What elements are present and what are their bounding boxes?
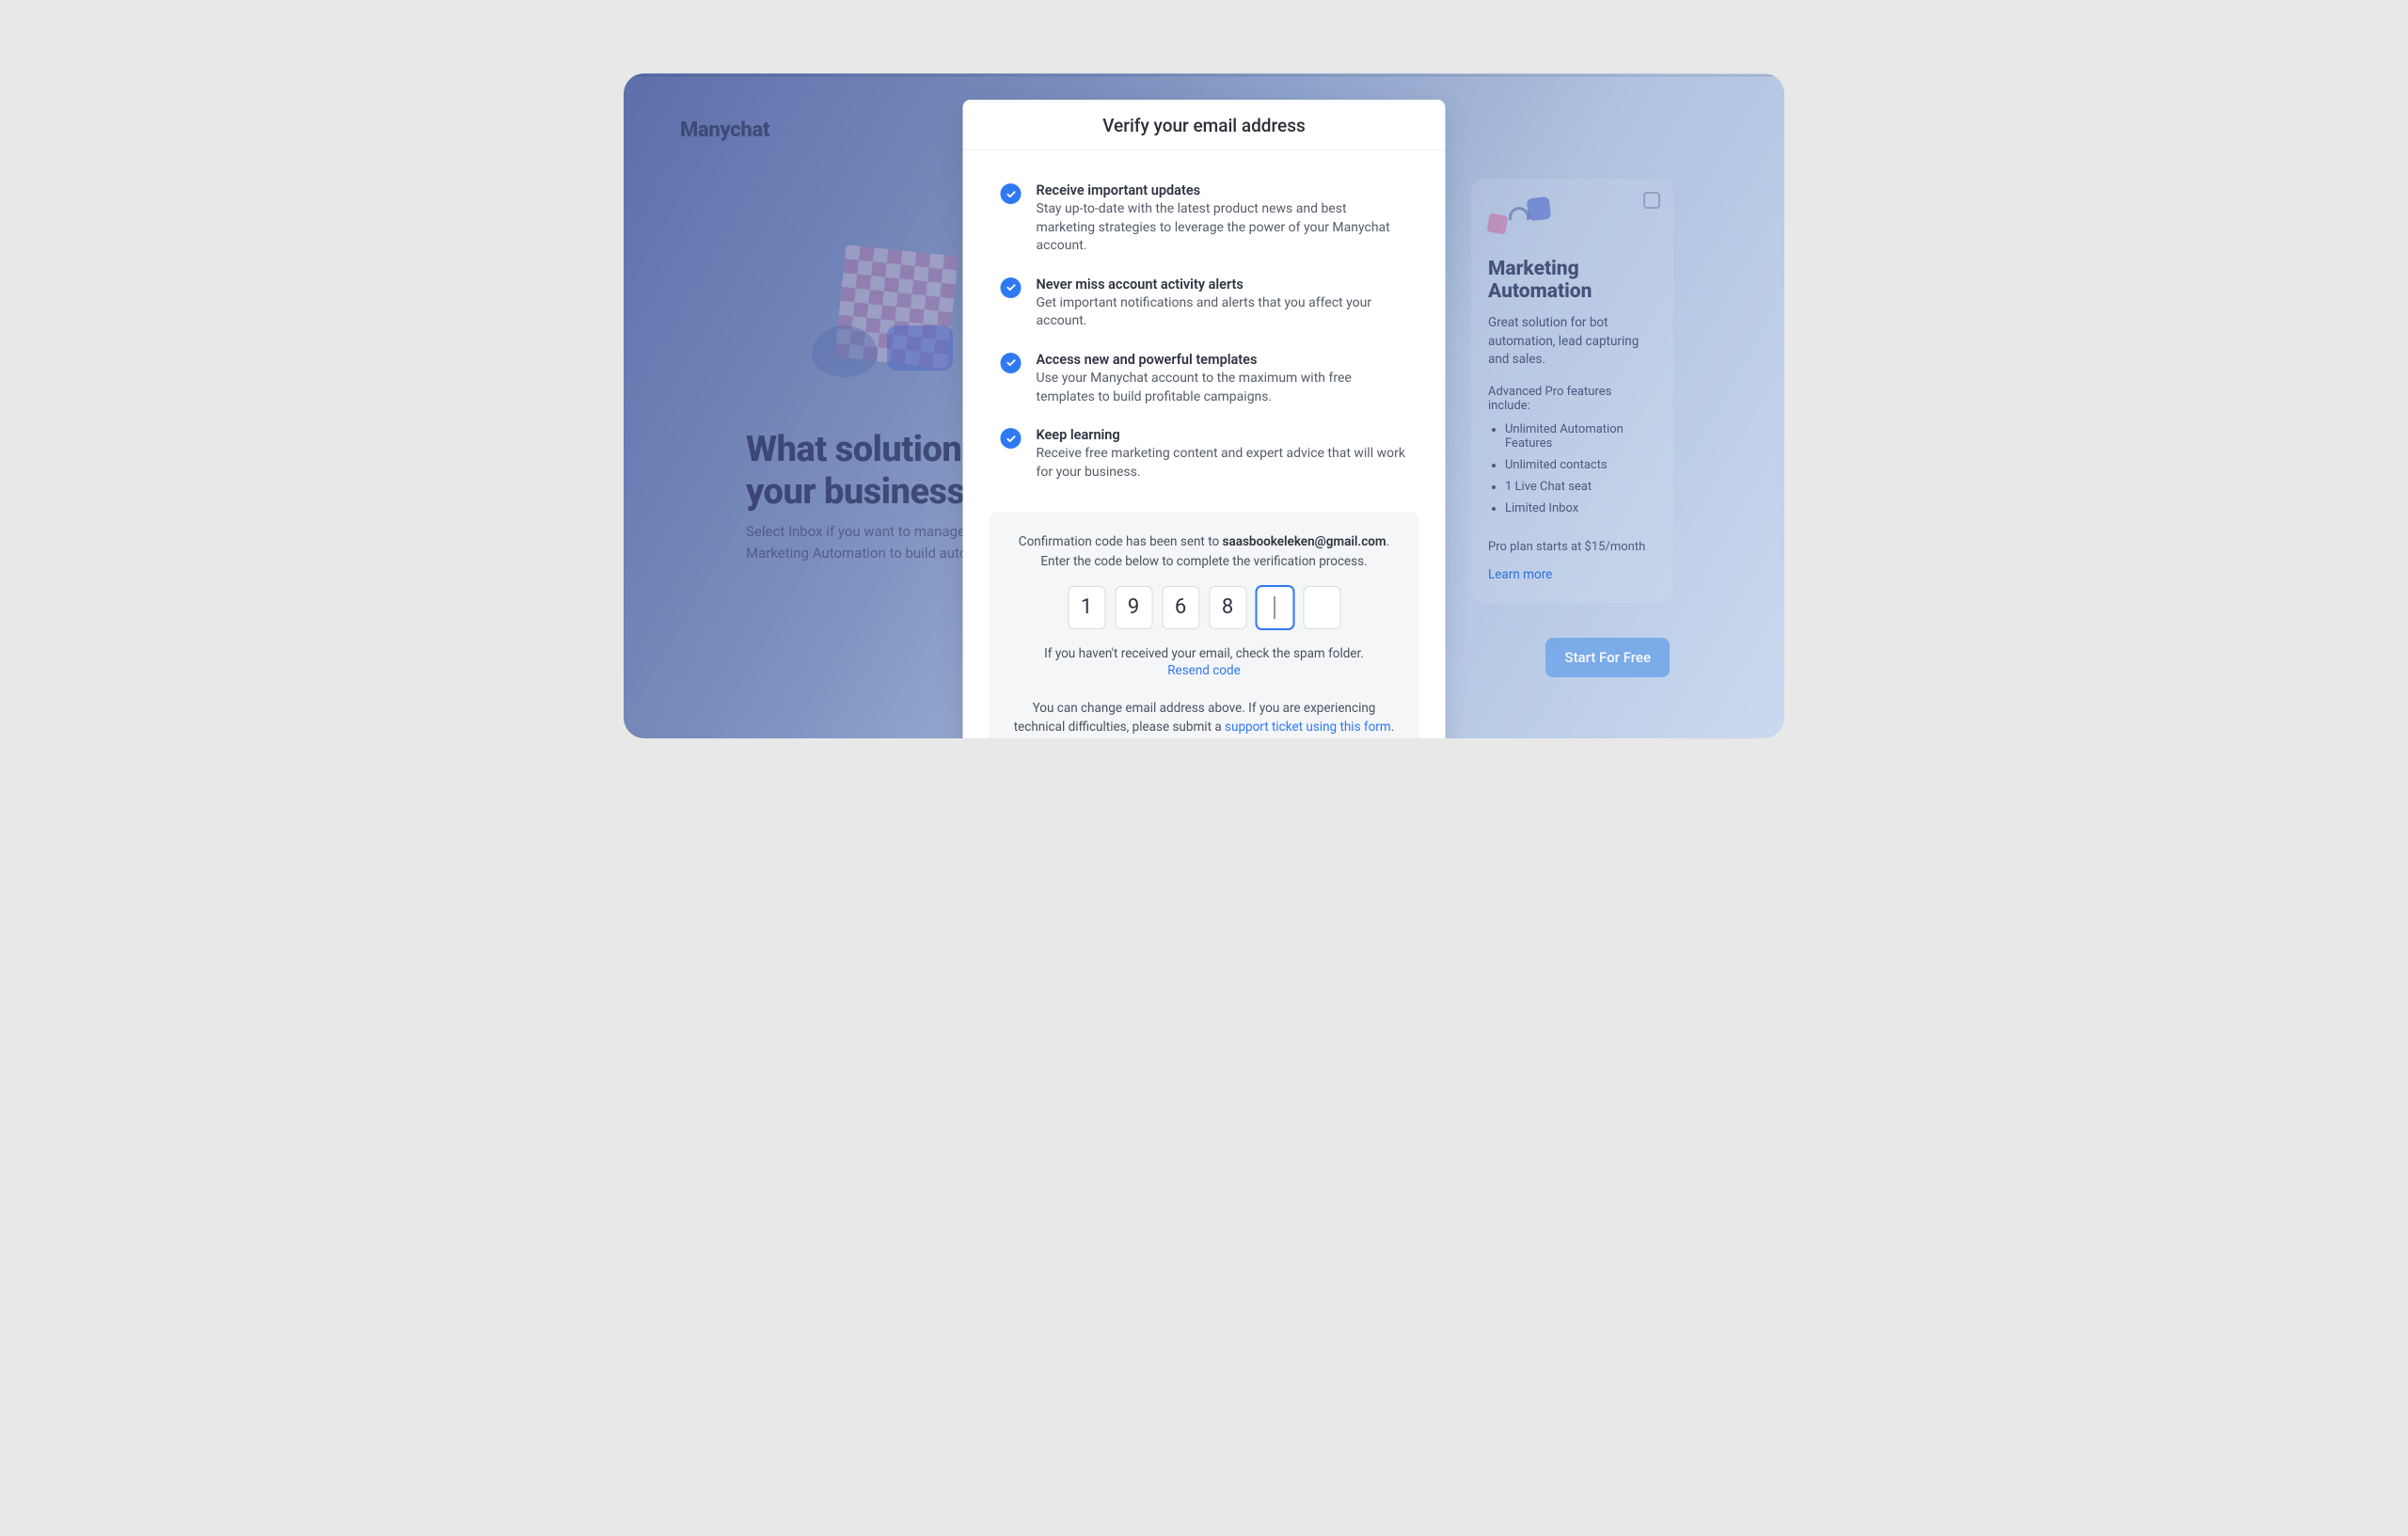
check-icon <box>1001 428 1022 449</box>
benefit-item: Never miss account activity alerts Get i… <box>1001 277 1408 331</box>
code-input-row: 1968 <box>1012 586 1397 629</box>
benefit-item: Access new and powerful templates Use yo… <box>1001 352 1408 406</box>
confirmation-panel: Confirmation code has been sent to saasb… <box>990 512 1419 738</box>
benefit-text: Use your Manychat account to the maximum… <box>1037 370 1408 406</box>
support-ticket-link[interactable]: support ticket using this form <box>1225 720 1391 735</box>
code-digit-input[interactable] <box>1303 586 1340 629</box>
benefit-title: Receive important updates <box>1037 182 1408 198</box>
resend-code-link[interactable]: Resend code <box>1012 663 1397 678</box>
check-icon <box>1001 353 1022 373</box>
benefit-item: Keep learning Receive free marketing con… <box>1001 427 1408 482</box>
benefit-text: Get important notifications and alerts t… <box>1037 294 1408 331</box>
support-text: You can change email address above. If y… <box>1012 699 1397 737</box>
verify-email-modal: Verify your email address Receive import… <box>963 100 1446 738</box>
benefit-item: Receive important updates Stay up-to-dat… <box>1001 182 1408 256</box>
benefit-text: Receive free marketing content and exper… <box>1037 445 1408 482</box>
check-icon <box>1001 183 1022 204</box>
code-digit-input[interactable]: 8 <box>1209 586 1246 629</box>
modal-title: Verify your email address <box>963 100 1446 150</box>
code-digit-input[interactable]: 6 <box>1162 586 1199 629</box>
code-digit-input[interactable]: 9 <box>1115 586 1152 629</box>
spam-folder-hint: If you haven't received your email, chec… <box>1012 646 1397 661</box>
confirmation-sent-text: Confirmation code has been sent to saasb… <box>1012 532 1397 571</box>
benefit-title: Access new and powerful templates <box>1037 352 1408 368</box>
benefit-title: Keep learning <box>1037 427 1408 443</box>
app-window: Manychat What solution your business Sel… <box>624 73 1784 738</box>
code-digit-input[interactable]: 1 <box>1068 586 1105 629</box>
benefits-list: Receive important updates Stay up-to-dat… <box>963 150 1446 512</box>
code-digit-input[interactable] <box>1256 586 1293 629</box>
benefit-text: Stay up-to-date with the latest product … <box>1037 200 1408 256</box>
benefit-title: Never miss account activity alerts <box>1037 277 1408 293</box>
check-icon <box>1001 277 1022 298</box>
